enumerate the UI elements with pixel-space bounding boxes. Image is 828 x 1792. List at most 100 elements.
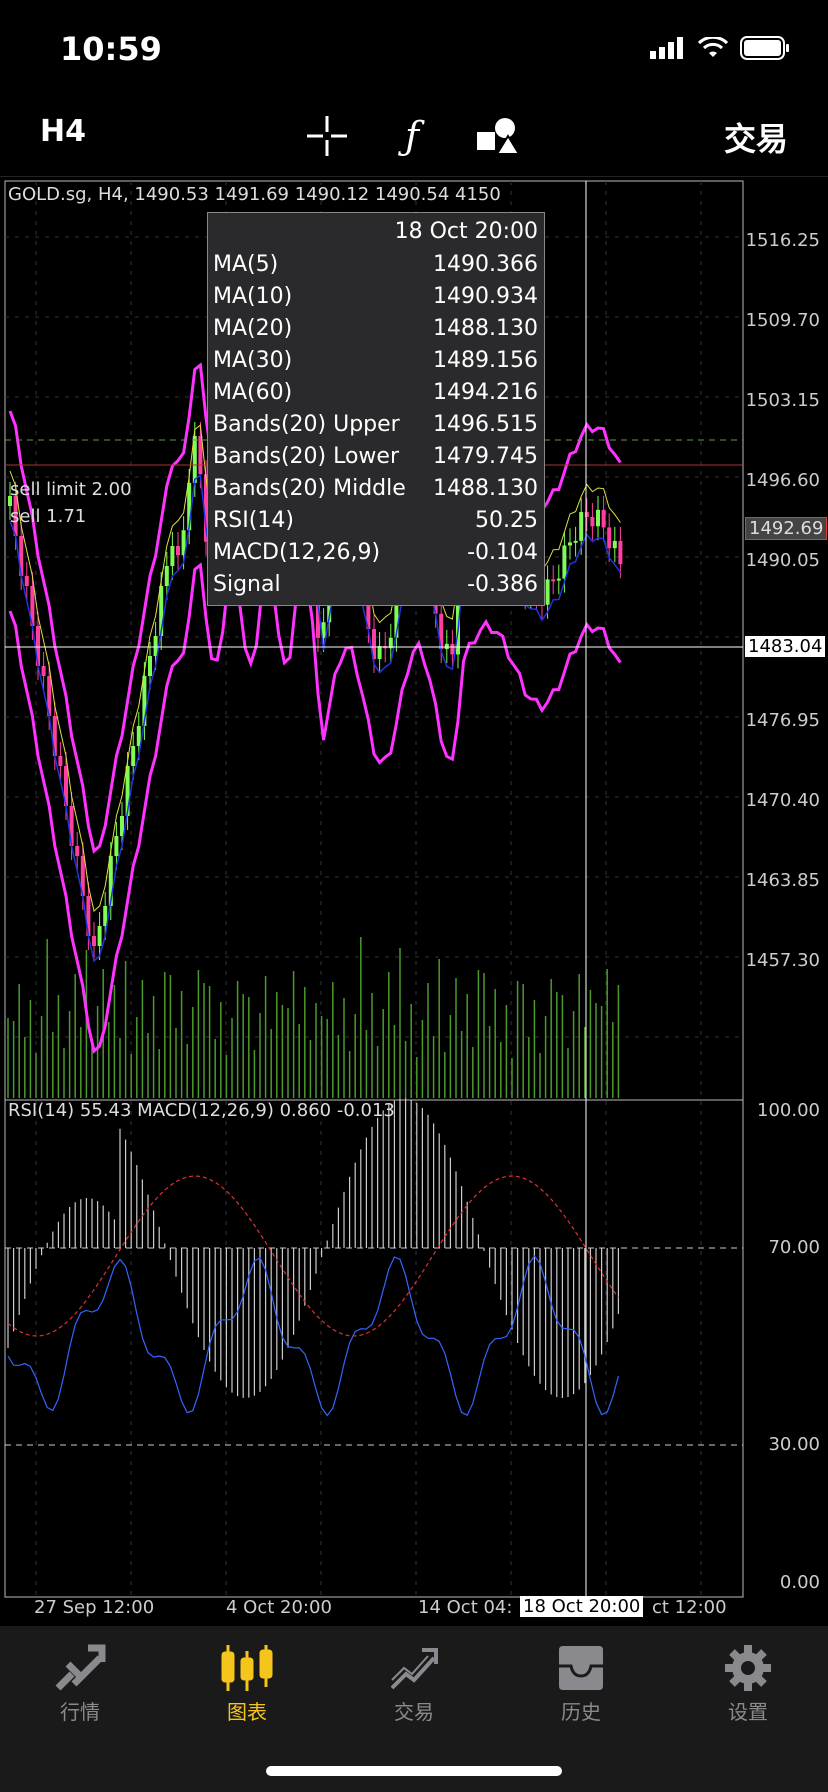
price-label: 1476.95 [745,710,820,731]
price-label: 1516.25 [745,230,820,251]
candle-body [24,576,29,586]
price-label: 1503.15 [745,390,820,411]
indicator-header: RSI(14) 55.43 MACD(12,26,9) 0.860 -0.013 [8,1100,395,1121]
sell-limit-order-label: sell limit 2.00 [10,479,132,500]
trade-button[interactable]: 交易 [724,114,788,160]
bollinger-lower [8,558,622,1054]
info-key: MA(20) [213,316,293,341]
info-value: 50.25 [475,508,538,533]
candle-body [568,542,572,546]
candle-body [164,566,169,586]
info-row: MA(30) 1489.156 [208,345,544,377]
tab-label: 历史 [561,1700,601,1724]
candle-body [450,643,455,655]
info-value: -0.104 [467,540,538,565]
candle-body [114,836,119,856]
candle-body [377,645,382,660]
candle-body [131,746,136,766]
info-row: Bands(20) Upper 1496.515 [208,409,544,441]
time-label: 14 Oct 04: [418,1597,513,1618]
info-row: MA(5) 1490.366 [208,249,544,281]
info-row: RSI(14) 50.25 [208,505,544,537]
tab-label: 行情 [60,1700,100,1724]
function-icon[interactable]: ƒ [388,112,436,160]
time-label: 27 Sep 12:00 [34,1597,155,1618]
info-key: MA(10) [213,284,293,309]
price-label: 1496.60 [745,470,820,491]
macd-signal-line [7,1175,619,1337]
time-label: ct 12:00 [652,1597,727,1618]
info-key: MACD(12,26,9) [213,540,381,565]
tab-history[interactable]: 历史 [521,1640,641,1725]
info-key: Bands(20) Lower [213,444,400,469]
info-row: MA(60) 1494.216 [208,377,544,409]
candle-body [176,546,180,556]
battery-icon [740,36,789,60]
info-row: MACD(12,26,9) -0.104 [208,537,544,569]
candle-body [573,540,578,543]
info-key: MA(30) [213,348,293,373]
cursor-time-tag: 18 Oct 20:00 [520,1596,644,1617]
info-key: Bands(20) Upper [213,412,400,437]
info-key: MA(5) [213,252,279,277]
tab-label: 设置 [728,1700,768,1724]
info-value: 1494.216 [433,380,538,405]
timeframe-button[interactable]: H4 [40,114,86,149]
candle-body [596,509,600,527]
status-icons [650,36,790,60]
wifi-icon [698,37,728,57]
settings-icon [688,1640,808,1696]
info-key: Bands(20) Middle [213,476,406,501]
info-value: 1496.515 [433,412,538,437]
candle-body [75,846,80,856]
shapes-icon[interactable] [474,112,522,160]
signal-icon [650,37,683,59]
candle-body [562,545,567,579]
info-key: Signal [213,572,281,597]
history-icon [521,1640,641,1696]
status-time: 10:59 [60,30,162,68]
info-key: MA(60) [213,380,293,405]
info-date: 18 Oct 20:00 [394,219,538,244]
price-label: 1490.05 [745,550,820,571]
price-label: 1457.30 [745,950,820,971]
sell-order-label: sell 1.71 [10,506,87,527]
chart-icon [187,1640,307,1696]
tab-charts[interactable]: 图表 [187,1640,307,1725]
home-indicator [266,1766,562,1776]
info-value: 1479.745 [433,444,538,469]
quotes-icon [20,1640,140,1696]
candle-body [601,509,606,528]
info-value: -0.386 [467,572,538,597]
candle-body [58,756,63,766]
chart-toolbar: H4 ƒ 交易 [0,100,828,177]
trade-icon [354,1640,474,1696]
info-value: 1488.130 [433,476,538,501]
candle-body [618,540,623,565]
crosshair-info-panel: 18 Oct 20:00 MA(5) 1490.366 MA(10) 1490.934… [207,212,545,606]
price-label: 1463.85 [745,870,820,891]
candle-body [584,512,589,518]
rsi-line [7,1255,619,1417]
candle-body [41,666,46,676]
candle-body [545,579,550,605]
candle-body [607,527,612,549]
candle-body [170,546,175,566]
candle-body [590,517,595,527]
info-row: MA(20) 1488.130 [208,313,544,345]
tab-settings[interactable]: 设置 [688,1640,808,1725]
tab-quotes[interactable]: 行情 [20,1640,140,1725]
candle-body [97,926,102,946]
current-price-tag: 1492.69 [745,517,828,540]
chart-header: GOLD.sg, H4, 1490.53 1491.69 1490.12 149… [8,184,501,205]
candle-body [579,512,584,541]
candle-body [92,936,96,946]
tab-trade[interactable]: 交易 [354,1640,474,1725]
crosshair-icon[interactable] [303,112,351,160]
candle-body [148,656,152,676]
info-value: 1490.366 [433,252,538,277]
status-bar: 10:59 [0,0,828,100]
indicator-label: 0.00 [779,1572,820,1593]
info-row: Signal -0.386 [208,569,544,601]
price-label: 1509.70 [745,310,820,331]
